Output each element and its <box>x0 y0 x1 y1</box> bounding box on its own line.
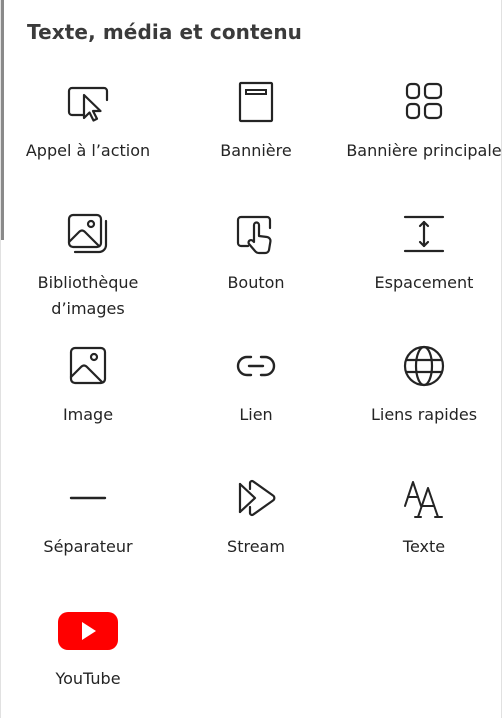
tile-quick-links[interactable]: Liens rapides <box>340 334 502 462</box>
tile-label: YouTube <box>55 669 121 688</box>
image-icon <box>66 344 110 388</box>
call-to-action-icon <box>66 80 110 124</box>
image-gallery-icon <box>66 212 110 256</box>
tile-text[interactable]: Texte <box>340 466 502 594</box>
tile-label: Bibliothèque d’images <box>37 273 139 318</box>
divider-icon <box>66 476 110 520</box>
tile-label: Image <box>62 405 114 424</box>
tile-label: Séparateur <box>43 537 133 556</box>
tile-button[interactable]: Bouton <box>172 202 340 330</box>
tile-hero-banner[interactable]: Bannière principale <box>340 70 502 198</box>
tile-banner[interactable]: Bannière <box>172 70 340 198</box>
link-icon <box>234 344 278 388</box>
tile-divider[interactable]: Séparateur <box>4 466 172 594</box>
tile-image[interactable]: Image <box>4 334 172 462</box>
tile-link[interactable]: Lien <box>172 334 340 462</box>
tile-youtube[interactable]: YouTube <box>4 598 172 718</box>
web-part-panel: Texte, média et contenu Appel à l’action… <box>0 0 502 718</box>
tile-image-gallery[interactable]: Bibliothèque d’images <box>4 202 172 330</box>
tile-label: Espacement <box>374 273 474 292</box>
stream-icon <box>234 476 278 520</box>
tile-stream[interactable]: Stream <box>172 466 340 594</box>
section-title: Texte, média et contenu <box>27 20 302 44</box>
tile-label: Liens rapides <box>370 405 478 424</box>
tile-label: Bannière principale <box>346 141 502 160</box>
tile-label: Texte <box>402 537 446 556</box>
youtube-icon <box>58 608 118 652</box>
banner-icon <box>234 80 278 124</box>
tile-call-to-action[interactable]: Appel à l’action <box>4 70 172 198</box>
spacer-icon <box>402 212 446 256</box>
tile-label: Bouton <box>227 273 285 292</box>
tile-label: Stream <box>227 537 285 556</box>
globe-icon <box>402 344 446 388</box>
tile-label: Lien <box>239 405 273 424</box>
tile-label: Bannière <box>220 141 292 160</box>
button-icon <box>234 212 278 256</box>
text-icon <box>402 476 446 520</box>
hero-banner-icon <box>402 80 446 124</box>
tile-spacer[interactable]: Espacement <box>340 202 502 330</box>
tile-label: Appel à l’action <box>25 141 151 160</box>
